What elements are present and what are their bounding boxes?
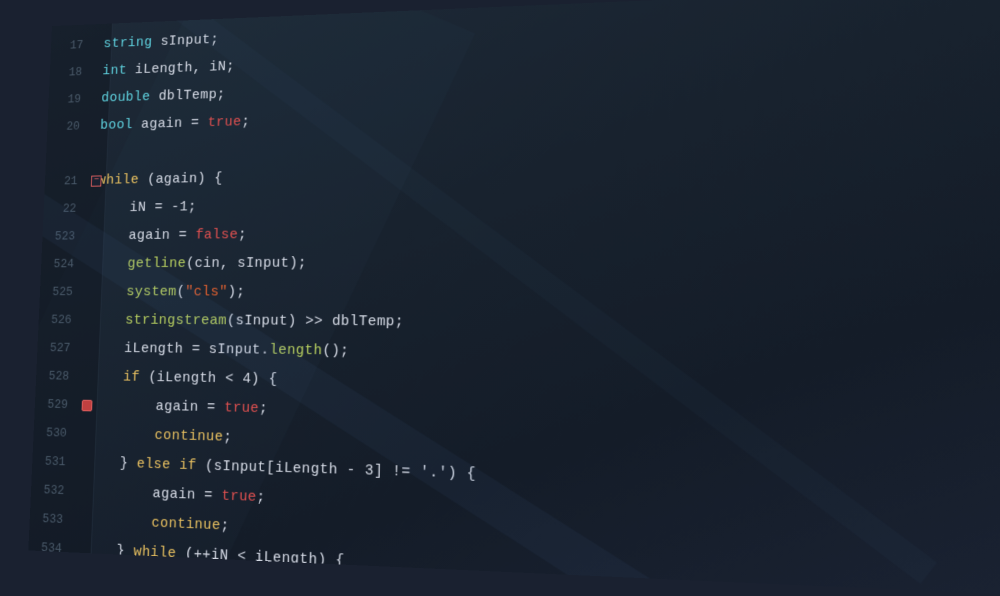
line-number: 19 [48,85,93,113]
line-number: 536 [28,591,72,596]
line-number: 17 [50,31,95,60]
token-plain: (++iN < iLength) { [176,545,345,570]
token-str: "cls" [185,284,228,300]
line-number: 531 [32,447,79,477]
line-number: 525 [39,278,85,306]
line-content: again = false; [86,221,247,250]
line-number: 530 [33,419,79,449]
token-plain: (iLength < 4) { [140,369,278,388]
token-kw-val: true [224,400,259,417]
token-plain: (sInput[iLength - 3] != '.') { [196,457,476,482]
line-content: while (again) { [89,165,223,195]
line-content: again = true; [79,391,268,424]
token-plain: again = [85,483,222,504]
line-content: continue; [78,420,232,453]
token-plain: again = [95,227,195,244]
token-plain: } [86,454,137,472]
token-plain: ; [238,227,247,243]
line-number: 22 [43,195,89,223]
line-number: 526 [38,306,84,334]
line-number: 527 [37,334,83,363]
line-number: 524 [41,250,87,278]
token-kw-ctrl: continue [84,512,221,534]
token-kw-ctrl: if [90,369,141,386]
line-content: if (iLength < 4) { [81,363,278,395]
token-plain: (cin, sInput); [186,255,307,272]
line-number: 523 [42,223,88,251]
line-number: 535 [28,562,73,593]
token-plain: dblTemp; [150,87,226,105]
breakpoint-indicator[interactable] [82,400,93,412]
token-fn: length [269,342,322,359]
token-plain: iLength, iN; [127,59,235,78]
line-number: 533 [29,504,76,535]
line-number: 532 [30,476,77,506]
line-number: 529 [34,390,80,419]
token-kw-ctrl: while [133,543,176,562]
line-content: getline(cin, sInput); [85,249,307,278]
line-number: 528 [36,362,82,391]
token-plain: ; [256,489,265,506]
token-plain: again = [88,397,224,416]
token-kw-ctrl: while [98,172,140,188]
token-plain: ); [228,284,246,300]
token-fn: system [93,284,177,300]
token-plain: ( [166,575,184,593]
token-kw-ctrl: if [81,570,167,591]
token-plain: sInput; [152,32,219,50]
token-plain: iN = -1; [97,199,197,216]
token-plain: again = [133,115,208,133]
token-kw-val: false [195,227,238,243]
token-plain: (sInput) >> dblTemp; [227,313,404,331]
token-kw-type: int [102,63,127,79]
code-area: 17string sInput;18int iLength, iN;19doub… [28,0,1000,596]
token-plain: (); [322,342,349,359]
line-content: stringstream(sInput) >> dblTemp; [83,306,404,337]
fold-icon[interactable]: − [91,175,102,186]
token-kw-ctrl: else if [136,456,196,474]
line-content: iLength = sInput.length(); [82,335,350,367]
line-number: 21 [44,167,90,195]
token-fn: stringstream [92,312,227,329]
token-kw-ctrl: continue [87,426,223,446]
line-number: 534 [28,533,74,564]
line-content: iN = -1; [88,193,197,222]
line-content: bool again = true; [91,108,250,140]
token-kw-type: string [103,34,152,51]
token-plain: } [83,541,134,560]
line-number: 20 [47,113,92,141]
token-plain: ; [241,114,250,130]
code-editor: 17string sInput;18int iLength, iN;19doub… [28,0,1000,596]
token-plain: ; [223,429,232,446]
line-content: system("cls"); [84,278,245,307]
token-kw-val: true [221,488,257,506]
token-fn: getline [94,256,186,272]
code-line: 536 continue; [28,591,1000,596]
token-plain: iLength = sInput. [91,340,270,358]
code-line: 524 getline(cin, sInput); [41,245,1000,278]
line-number: 18 [49,58,94,87]
token-plain: (sInput[iN])) { [245,578,381,596]
token-plain: (again) { [139,170,223,187]
token-fn: isdigit [184,575,246,595]
line-content: if (isdigit(sInput[iN])) { [72,564,381,596]
code-line: 525 system("cls"); [39,278,1000,310]
token-kw-type: double [101,89,151,106]
token-plain: ; [259,400,268,417]
token-kw-type: bool [100,117,133,133]
line-content: double dblTemp; [92,81,226,113]
line-number [47,140,91,141]
token-kw-val: true [207,114,241,131]
token-plain: ; [220,517,229,534]
